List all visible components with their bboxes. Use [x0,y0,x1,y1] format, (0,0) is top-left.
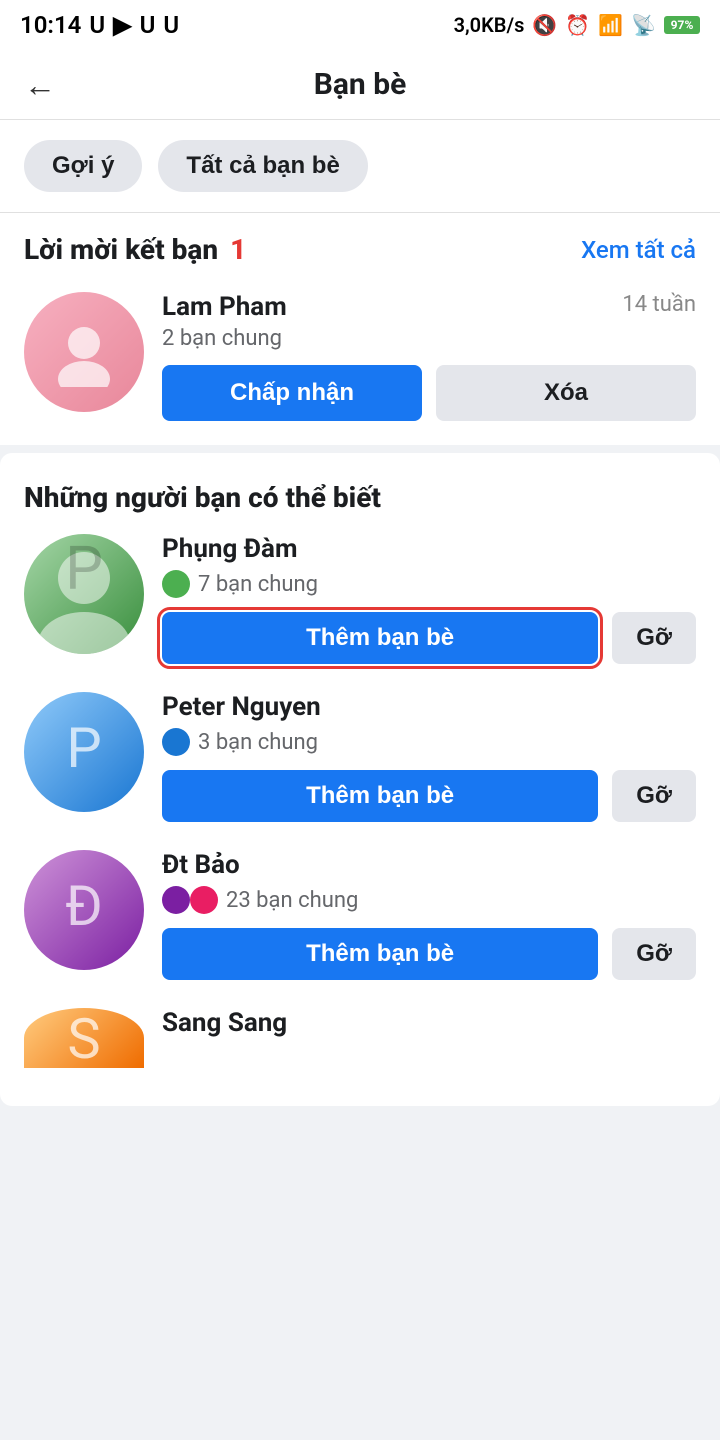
top-nav: ← Bạn bè [0,50,720,120]
status-icon-u3: U [163,11,179,39]
add-friend-button-2[interactable]: Thêm bạn bè [162,770,598,822]
filter-tabs: Gợi ý Tất cả bạn bè [0,120,720,213]
requester-name: Lam Pham [162,292,287,322]
suggestion-avatar-2: P [24,692,144,812]
page-title: Bạn bè [314,67,407,102]
suggestion-info-2: Peter Nguyen 3 bạn chung Thêm bạn bè Gỡ [162,692,696,822]
svg-text:S: S [67,1008,100,1068]
delete-button[interactable]: Xóa [436,365,696,421]
friend-requests-section: Lời mời kết bạn 1 Xem tất cả [0,213,720,276]
mutual-avatar-icon-3b [190,886,218,914]
mutual-row-3: 23 bạn chung [162,886,696,914]
add-friend-button-3[interactable]: Thêm bạn bè [162,928,598,980]
mute-icon: 🔇 [532,13,557,37]
suggestion-info-4: Sang Sang [162,1008,696,1044]
status-right: 3,0KB/s 🔇 ⏰ 📶 📡 97% [454,13,700,37]
suggestion-name-2: Peter Nguyen [162,692,696,722]
requester-actions: Chấp nhận Xóa [162,365,696,421]
requester-avatar [24,292,144,412]
suggestion-info-3: Đt Bảo 23 bạn chung Thêm bạn bè Gỡ [162,850,696,980]
tab-suggestions[interactable]: Gợi ý [24,140,142,192]
suggestion-name-3: Đt Bảo [162,850,696,880]
remove-button-1[interactable]: Gỡ [612,612,696,664]
suggestion-item-2: P Peter Nguyen 3 bạn chung Thêm bạn bè G… [24,692,696,822]
status-icon-play: ▶ [113,11,131,39]
suggestion-name-1: Phụng Đàm [162,534,696,564]
wifi-icon: 📡 [631,13,656,37]
suggestion-item-4: S Sang Sang [24,1008,696,1078]
mutual-row-2: 3 bạn chung [162,728,696,756]
alarm-icon: ⏰ [565,13,590,37]
back-button[interactable]: ← [24,66,56,104]
status-left: 10:14 U ▶ U U [20,11,179,39]
tab-all-friends[interactable]: Tất cả bạn bè [158,140,367,192]
svg-text:P: P [65,534,103,604]
network-speed: 3,0KB/s [454,13,525,37]
suggestion-item-1: P Phụng Đàm 7 bạn chung Thêm bạn bè Gỡ [24,534,696,664]
battery-indicator: 97% [664,16,700,34]
suggestion-actions-3: Thêm bạn bè Gỡ [162,928,696,980]
mutual-avatar-icon-3a [162,886,190,914]
status-icon-u2: U [140,11,156,39]
requests-count: 1 [230,233,246,266]
suggestion-actions-1: Thêm bạn bè Gỡ [162,612,696,664]
status-icon-u: U [89,11,105,39]
see-all-link[interactable]: Xem tất cả [581,236,696,264]
mutual-text-3: 23 bạn chung [226,888,358,913]
section-title-row: Lời mời kết bạn 1 [24,233,246,266]
suggestions-title: Những người bạn có thể biết [24,481,696,514]
remove-button-2[interactable]: Gỡ [612,770,696,822]
requester-name-row: Lam Pham 14 tuần [162,292,696,322]
suggestion-actions-2: Thêm bạn bè Gỡ [162,770,696,822]
requester-info: Lam Pham 14 tuần 2 bạn chung Chấp nhận X… [162,292,696,421]
mutual-row-1: 7 bạn chung [162,570,696,598]
accept-button[interactable]: Chấp nhận [162,365,422,421]
suggestion-item-3: Đ Đt Bảo 23 bạn chung Thêm bạn bè Gỡ [24,850,696,980]
remove-button-3[interactable]: Gỡ [612,928,696,980]
mutual-avatar-icon-2 [162,728,190,756]
svg-text:P: P [66,715,101,781]
add-friend-button-1[interactable]: Thêm bạn bè [162,612,598,664]
suggestions-section: Những người bạn có thể biết P Phụng Đàm … [0,453,720,1106]
svg-text:Đ: Đ [65,873,103,939]
suggestion-info-1: Phụng Đàm 7 bạn chung Thêm bạn bè Gỡ [162,534,696,664]
friend-request-card: Lam Pham 14 tuần 2 bạn chung Chấp nhận X… [0,276,720,453]
mutual-text-2: 3 bạn chung [198,730,318,755]
requests-title: Lời mời kết bạn [24,233,218,266]
requester-time: 14 tuần [622,292,696,317]
suggestion-avatar-1: P [24,534,144,654]
suggestion-name-4: Sang Sang [162,1008,696,1038]
status-time: 10:14 [20,11,81,39]
mutual-avatar-icon-1 [162,570,190,598]
status-bar: 10:14 U ▶ U U 3,0KB/s 🔇 ⏰ 📶 📡 97% [0,0,720,50]
suggestion-avatar-4: S [24,1008,144,1068]
signal-icon: 📶 [598,13,623,37]
requester-mutual: 2 bạn chung [162,326,696,351]
mutual-text-1: 7 bạn chung [198,572,318,597]
suggestion-avatar-3: Đ [24,850,144,970]
